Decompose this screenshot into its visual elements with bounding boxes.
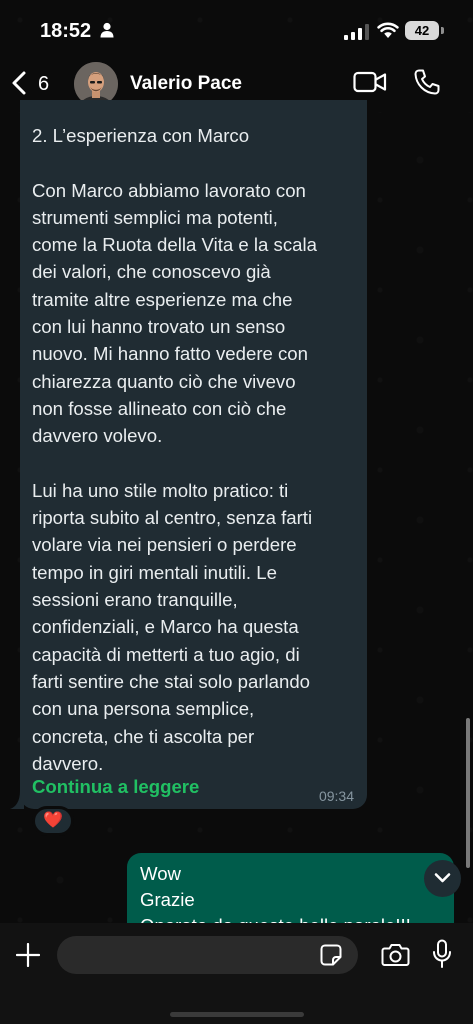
signal-icon bbox=[344, 24, 369, 40]
scroll-to-bottom-button[interactable] bbox=[424, 860, 461, 897]
wifi-icon bbox=[377, 22, 399, 38]
back-chevron-icon[interactable] bbox=[10, 70, 30, 96]
read-more-link[interactable]: Continua a leggere bbox=[32, 776, 199, 798]
person-icon bbox=[100, 22, 114, 38]
status-bar: 18:52 42 bbox=[0, 0, 473, 56]
sticker-icon[interactable] bbox=[320, 944, 342, 966]
battery-icon: 42 bbox=[405, 21, 439, 40]
phone-icon[interactable] bbox=[413, 68, 441, 96]
message-timestamp: 09:34 bbox=[318, 788, 354, 804]
mic-icon[interactable] bbox=[432, 939, 452, 969]
contact-name[interactable]: Valerio Pace bbox=[130, 73, 242, 95]
heart-icon: ❤️ bbox=[43, 812, 63, 829]
video-call-icon[interactable] bbox=[353, 70, 387, 94]
status-time: 18:52 bbox=[40, 20, 92, 42]
camera-icon[interactable] bbox=[381, 943, 410, 967]
unread-chats-count[interactable]: 6 bbox=[38, 73, 49, 96]
scrollbar[interactable] bbox=[466, 718, 470, 868]
message-text: 2. L’esperienza con Marco Con Marco abbi… bbox=[32, 125, 317, 774]
chevron-down-icon bbox=[434, 873, 451, 883]
incoming-message-bubble[interactable]: 2. L’esperienza con Marco Con Marco abbi… bbox=[20, 100, 367, 809]
message-composer bbox=[0, 923, 473, 1024]
message-input[interactable] bbox=[57, 936, 358, 974]
battery-cap bbox=[441, 27, 444, 34]
reaction-badge[interactable]: ❤️ bbox=[32, 806, 74, 836]
home-indicator bbox=[170, 1012, 304, 1017]
plus-icon[interactable] bbox=[16, 943, 40, 967]
